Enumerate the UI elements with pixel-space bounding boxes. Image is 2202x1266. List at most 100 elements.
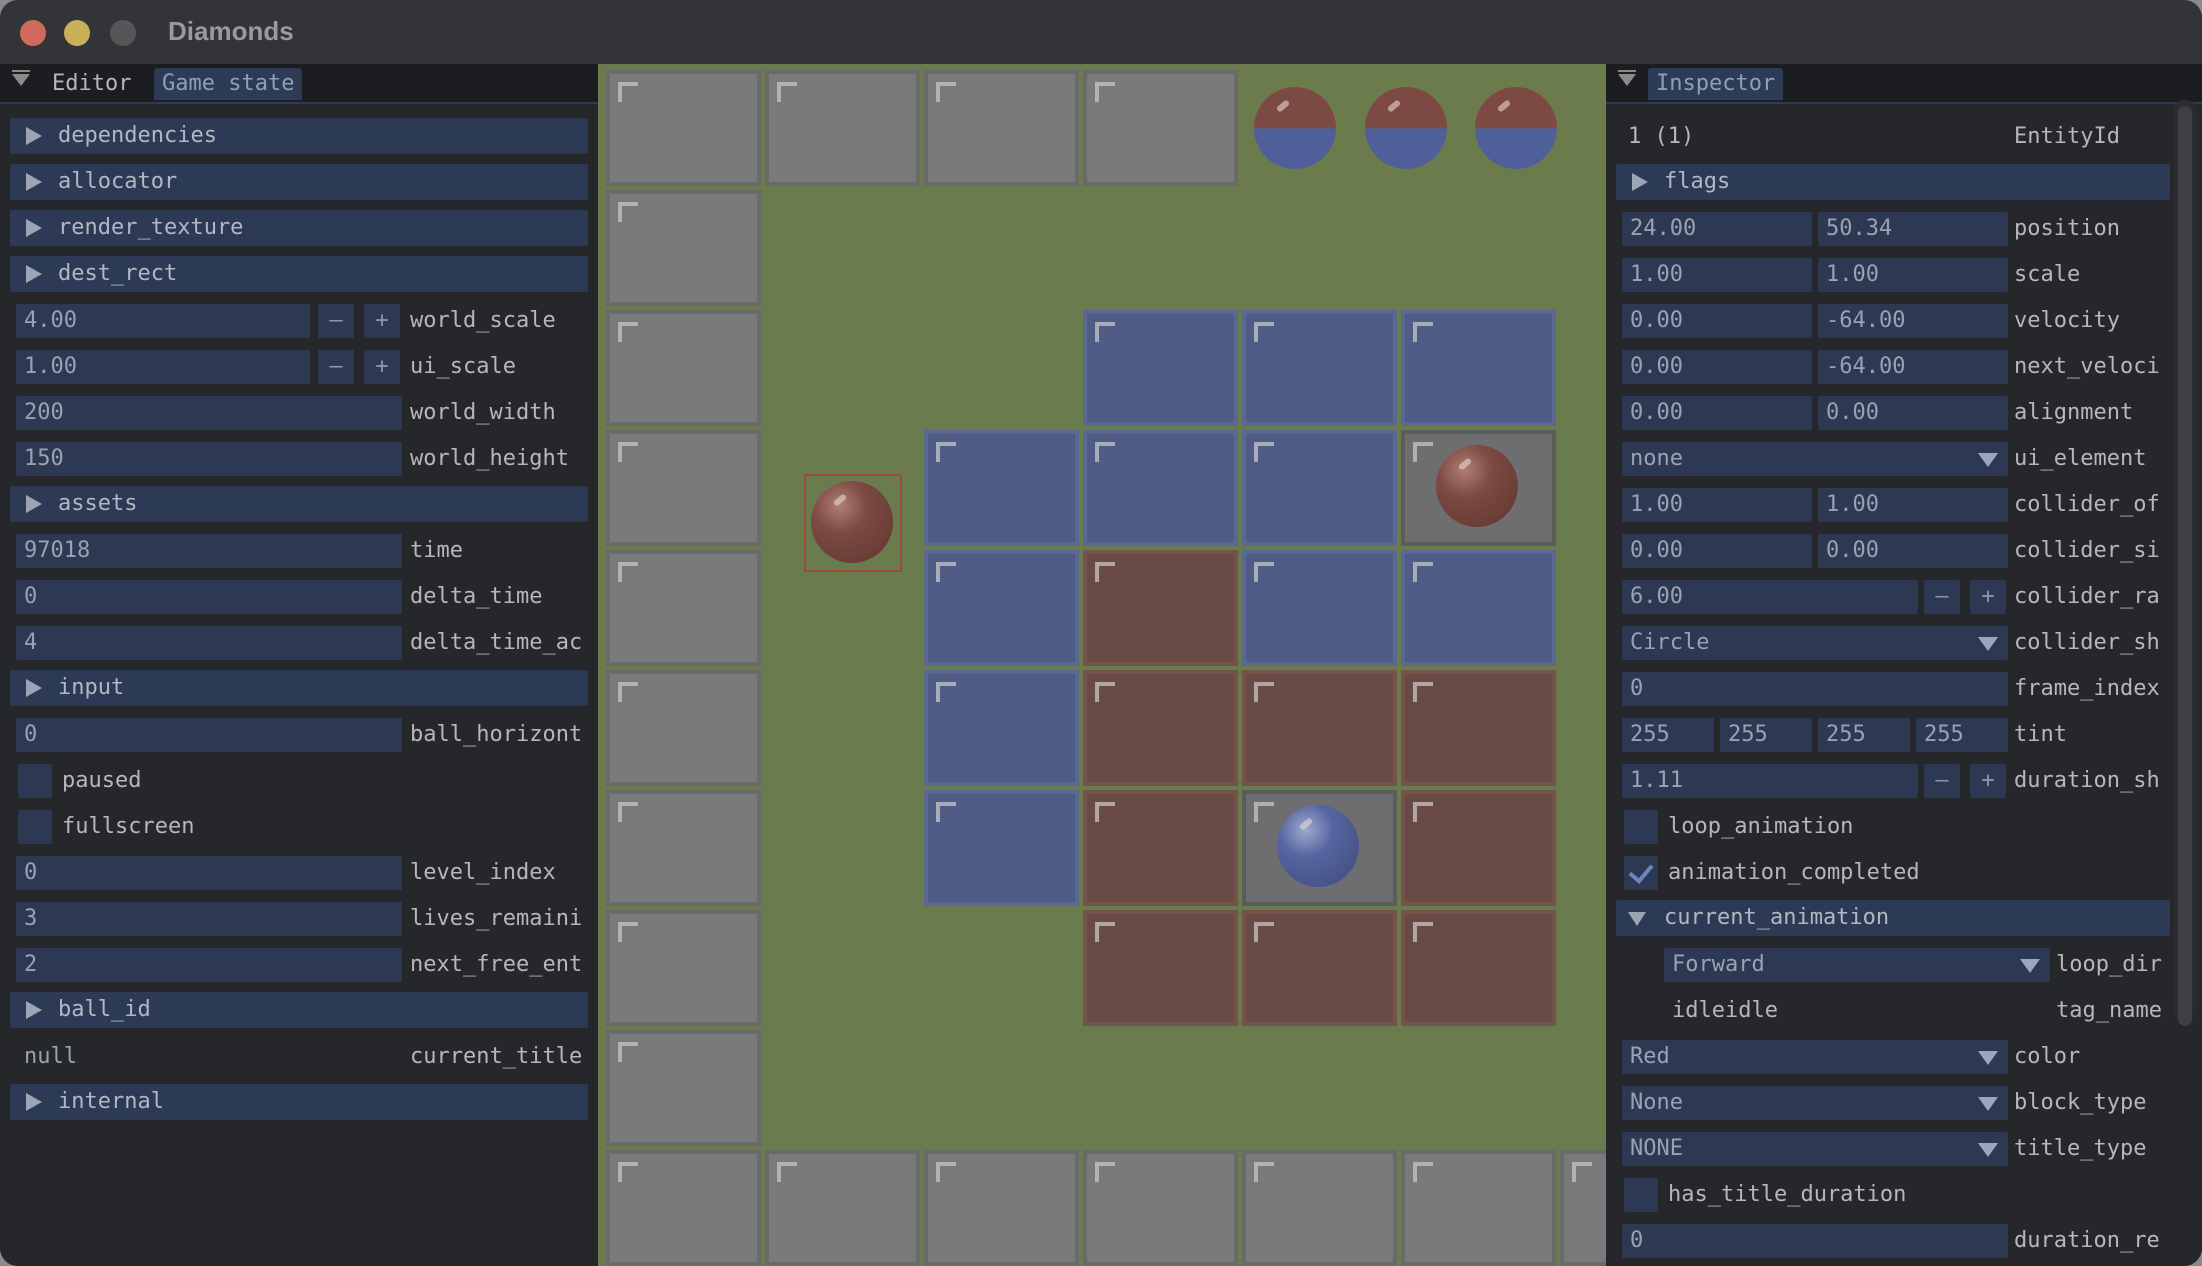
block-type-select[interactable]: None [1622, 1086, 2008, 1120]
ball-horizont-input[interactable]: 0 [16, 718, 402, 752]
collider-size-y-input[interactable]: 0.00 [1818, 534, 2008, 568]
alignment-label: alignment [2014, 400, 2134, 425]
color-select[interactable]: Red [1622, 1040, 2008, 1074]
collider-shape-select[interactable]: Circle [1622, 626, 2008, 660]
maximize-window-button[interactable] [110, 20, 136, 46]
blue-ball [1277, 805, 1359, 887]
section-label: render_texture [58, 215, 244, 240]
app-window: Diamonds Editor Game state dependencies … [0, 0, 2202, 1266]
next-velocity-y-input[interactable]: -64.00 [1818, 350, 2008, 384]
section-assets[interactable]: assets [10, 486, 588, 522]
world-height-input[interactable]: 150 [16, 442, 402, 476]
delta-time-ac-input[interactable]: 4 [16, 626, 402, 660]
chevron-down-icon[interactable] [1978, 1143, 1998, 1157]
ui-scale-input[interactable]: 1.00 [16, 350, 310, 384]
section-flags[interactable]: flags [1616, 164, 2170, 200]
section-current-animation[interactable]: current_animation [1616, 900, 2170, 936]
loop-direction-select[interactable]: Forward [1664, 948, 2050, 982]
expand-arrow-icon [26, 1093, 42, 1111]
section-input[interactable]: input [10, 670, 588, 706]
world-width-input[interactable]: 200 [16, 396, 402, 430]
collapse-panel-icon[interactable] [12, 70, 30, 86]
section-dependencies[interactable]: dependencies [10, 118, 588, 154]
next-free-ent-input[interactable]: 2 [16, 948, 402, 982]
velocity-x-input[interactable]: 0.00 [1622, 304, 1812, 338]
tab-editor[interactable]: Editor [44, 68, 139, 100]
title-type-select[interactable]: NONE [1622, 1132, 2008, 1166]
section-ball-id[interactable]: ball_id [10, 992, 588, 1028]
duration-increment-button[interactable]: + [1970, 764, 2006, 798]
time-input[interactable]: 97018 [16, 534, 402, 568]
scale-x-input[interactable]: 1.00 [1622, 258, 1812, 292]
chevron-down-icon[interactable] [2020, 959, 2040, 973]
expand-arrow-icon [26, 495, 42, 513]
collider-size-x-input[interactable]: 0.00 [1622, 534, 1812, 568]
alignment-y-input[interactable]: 0.00 [1818, 396, 2008, 430]
ui-scale-decrement-button[interactable]: – [318, 350, 354, 384]
life-ball-icon [1254, 87, 1336, 169]
level-index-input[interactable]: 0 [16, 856, 402, 890]
scale-y-input[interactable]: 1.00 [1818, 258, 2008, 292]
collider-offset-x-input[interactable]: 1.00 [1622, 488, 1812, 522]
tab-game-state[interactable]: Game state [154, 68, 303, 100]
section-internal[interactable]: internal [10, 1084, 588, 1120]
collider-radius-decrement-button[interactable]: – [1924, 580, 1960, 614]
checkmark-icon [1628, 858, 1654, 884]
chevron-down-icon[interactable] [1978, 1051, 1998, 1065]
loop-animation-checkbox[interactable] [1624, 810, 1658, 844]
section-render-texture[interactable]: render_texture [10, 210, 588, 246]
section-label: assets [58, 491, 138, 516]
tint-a-input[interactable]: 255 [1916, 718, 2008, 752]
tint-r-input[interactable]: 255 [1622, 718, 1714, 752]
blue-block [1401, 310, 1556, 426]
paused-checkbox[interactable] [18, 764, 52, 798]
duration-remaining-input[interactable]: 0 [1622, 1224, 2008, 1258]
animation-completed-checkbox[interactable] [1624, 856, 1658, 890]
section-allocator[interactable]: allocator [10, 164, 588, 200]
next-free-ent-label: next_free_ent [410, 952, 583, 977]
world-scale-decrement-button[interactable]: – [318, 304, 354, 338]
collapse-panel-icon[interactable] [1618, 70, 1636, 86]
game-viewport[interactable] [598, 64, 1606, 1266]
duration-input[interactable]: 1.11 [1622, 764, 1918, 798]
delta-time-input[interactable]: 0 [16, 580, 402, 614]
wall-block [606, 550, 761, 666]
alignment-x-input[interactable]: 0.00 [1622, 396, 1812, 430]
life-ball-icon [1365, 87, 1447, 169]
position-x-input[interactable]: 24.00 [1622, 212, 1812, 246]
wall-block [765, 70, 920, 186]
section-dest-rect[interactable]: dest_rect [10, 256, 588, 292]
minimize-window-button[interactable] [64, 20, 90, 46]
world-scale-increment-button[interactable]: + [364, 304, 400, 338]
player-ball [811, 481, 893, 563]
expand-arrow-icon [26, 127, 42, 145]
ui-scale-increment-button[interactable]: + [364, 350, 400, 384]
collider-radius-input[interactable]: 6.00 [1622, 580, 1918, 614]
fullscreen-checkbox[interactable] [18, 810, 52, 844]
velocity-y-input[interactable]: -64.00 [1818, 304, 2008, 338]
close-window-button[interactable] [20, 20, 46, 46]
has-title-duration-checkbox[interactable] [1624, 1178, 1658, 1212]
collider-offset-y-input[interactable]: 1.00 [1818, 488, 2008, 522]
tag-name-label: tag_name [2056, 998, 2162, 1023]
chevron-down-icon[interactable] [1978, 637, 1998, 651]
duration-decrement-button[interactable]: – [1924, 764, 1960, 798]
world-scale-input[interactable]: 4.00 [16, 304, 310, 338]
position-y-input[interactable]: 50.34 [1818, 212, 2008, 246]
collider-radius-increment-button[interactable]: + [1970, 580, 2006, 614]
ui-element-select[interactable]: none [1622, 442, 2008, 476]
tint-g-input[interactable]: 255 [1720, 718, 1812, 752]
tab-inspector[interactable]: Inspector [1648, 68, 1784, 100]
loop-direction-label: loop_dir [2056, 952, 2162, 977]
chevron-down-icon[interactable] [1978, 1097, 1998, 1111]
wall-block [606, 430, 761, 546]
frame-index-input[interactable]: 0 [1622, 672, 2008, 706]
inspector-scrollbar-thumb[interactable] [2178, 106, 2192, 1026]
lives-remaining-input[interactable]: 3 [16, 902, 402, 936]
next-velocity-x-input[interactable]: 0.00 [1622, 350, 1812, 384]
has-title-duration-label: has_title_duration [1668, 1182, 1907, 1207]
blue-block [924, 790, 1079, 906]
tint-b-input[interactable]: 255 [1818, 718, 1910, 752]
red-block [1083, 550, 1238, 666]
chevron-down-icon[interactable] [1978, 453, 1998, 467]
